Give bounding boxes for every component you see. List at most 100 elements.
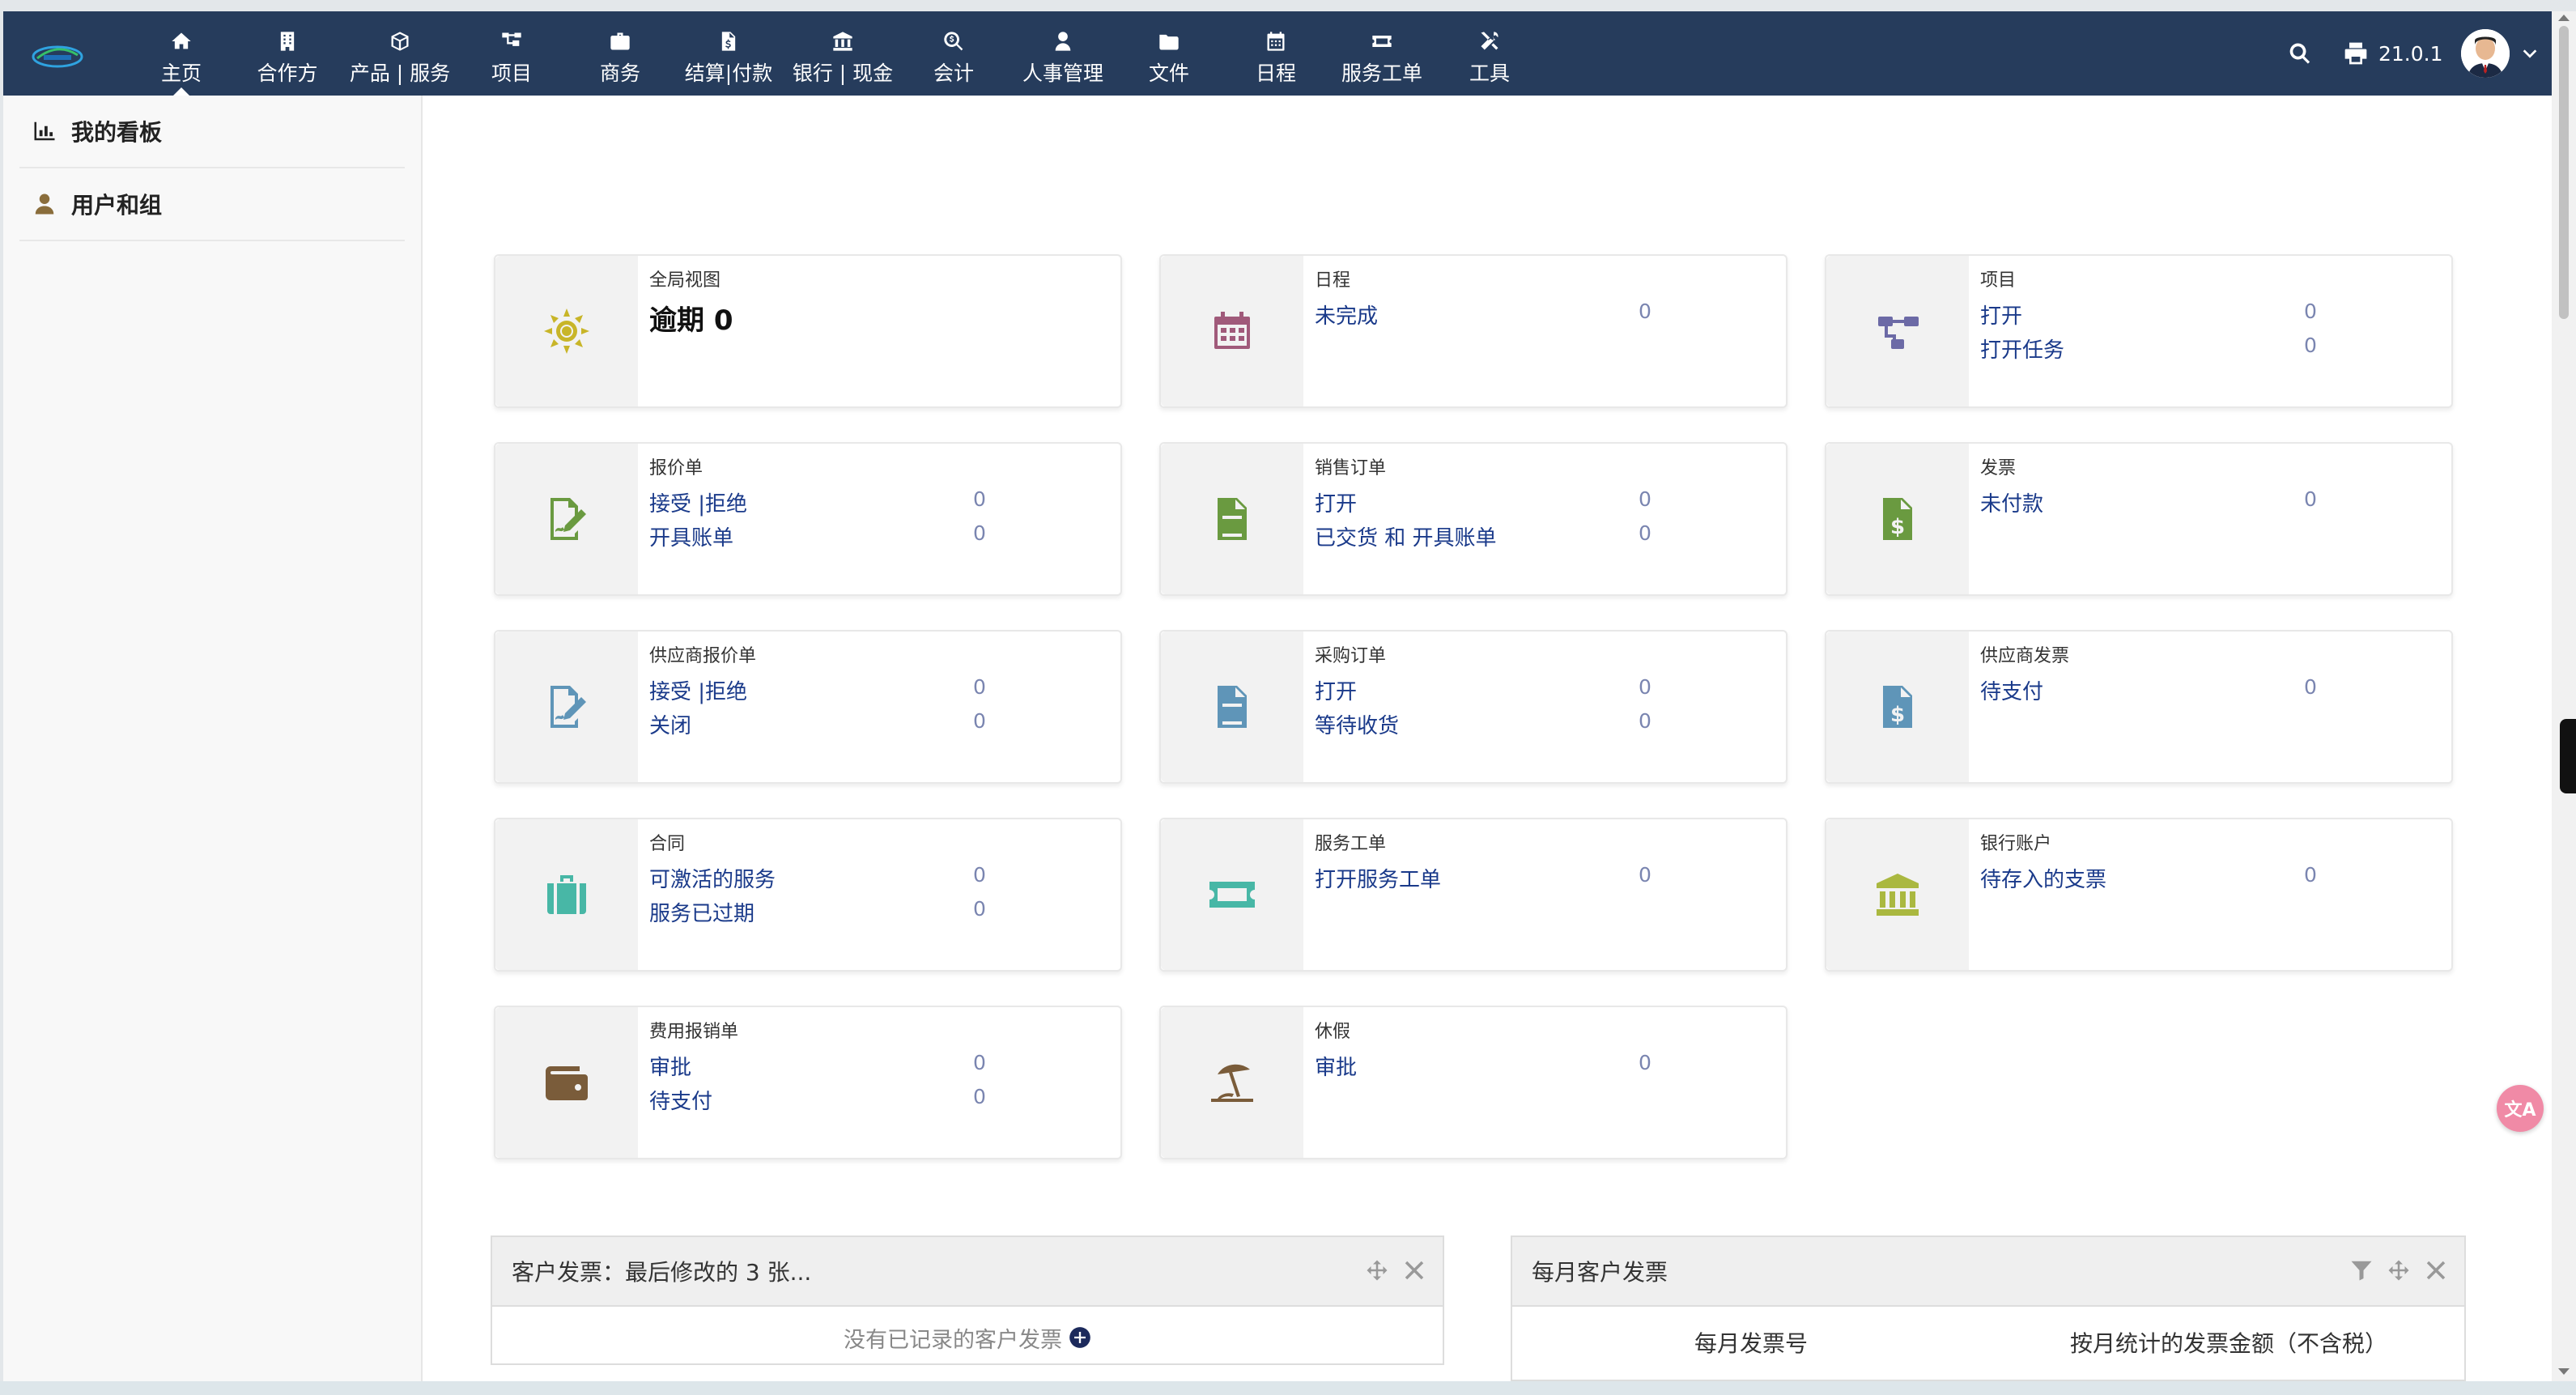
nav-agenda[interactable]: 日程 [1247,11,1305,96]
card-bank-accounts[interactable]: 银行账户 待存入的支票 0 [1825,818,2453,972]
card-link[interactable]: 待支付 [649,1085,712,1115]
move-icon[interactable] [1365,1258,1389,1282]
nav-home[interactable]: 主页 [152,11,210,96]
card-supplier-proposals[interactable]: 供应商报价单 接受 |拒绝 0 关闭 0 [494,630,1122,784]
nav-bank[interactable]: 银行 | 现金 [790,11,895,96]
card-count: 0 [2304,334,2317,357]
suitcase-icon [547,875,586,914]
card-link[interactable]: 接受 |拒绝 [649,675,747,705]
card-link[interactable]: 可激活的服务 [649,863,776,893]
nav-tickets[interactable]: 服务工单 [1337,11,1426,96]
folder-icon [1155,28,1183,55]
card-icon-box [495,256,638,406]
user-menu-toggle[interactable] [2521,11,2545,96]
nav-billing[interactable]: 结算|付款 [680,11,777,96]
card-icon-box [1161,1007,1303,1158]
card-link[interactable]: 审批 [649,1051,691,1081]
card-count: 0 [1639,863,1651,887]
card-title: 供应商发票 [1980,646,2070,666]
sidebar-item-users-groups[interactable]: 用户和组 [19,168,405,241]
file-invoice-icon [1218,686,1247,728]
card-proposals[interactable]: 报价单 接受 |拒绝 0 开具账单 0 [494,442,1122,596]
card-count: 0 [973,487,986,511]
nav-label: 商务 [599,62,640,85]
card-expense-reports[interactable]: 费用报销单 审批 0 待支付 0 [494,1006,1122,1159]
side-panel-handle[interactable] [2560,719,2576,793]
card-icon-box [495,632,638,782]
card-purchase-orders[interactable]: 采购订单 打开 0 等待收货 0 [1159,630,1787,784]
vertical-scrollbar[interactable] [2552,11,2576,1381]
translate-icon: 文A [2504,1100,2536,1121]
card-link[interactable]: 打开 [1980,300,2022,330]
nav-hr[interactable]: 人事管理 [1015,11,1111,96]
overdue-count[interactable]: 逾期 0 [649,298,733,338]
add-circle-icon[interactable] [1069,1326,1091,1349]
filter-icon[interactable] [2349,1258,2374,1282]
close-icon[interactable] [2424,1258,2448,1282]
card-link[interactable]: 待存入的支票 [1980,863,2106,893]
card-link[interactable]: 待支付 [1980,675,2043,705]
card-count: 0 [973,709,986,733]
nav-label: 会计 [933,62,974,85]
card-sales-orders[interactable]: 销售订单 打开 0 已交货 和 开具账单 0 [1159,442,1787,596]
home-icon [168,28,195,55]
card-link[interactable]: 审批 [1315,1051,1357,1081]
card-link[interactable]: 开具账单 [649,521,733,551]
card-supplier-invoices[interactable]: $ 供应商发票 待支付 0 [1825,630,2453,784]
chart-bar-icon [34,121,55,141]
translate-button[interactable]: 文A [2497,1085,2544,1132]
card-count: 0 [2304,863,2317,887]
company-logo[interactable] [31,39,84,71]
left-sidebar: 我的看板 用户和组 [3,96,423,1381]
card-link[interactable]: 关闭 [649,709,691,739]
card-count: 0 [973,521,986,545]
file-signature-icon [550,498,586,540]
move-icon[interactable] [2387,1258,2411,1282]
card-link[interactable]: 打开 [1315,487,1357,517]
nav-project[interactable]: 项目 [482,11,541,96]
card-icon-box: $ [1826,632,1969,782]
nav-partners[interactable]: 合作方 [251,11,324,96]
sidebar-item-dashboard[interactable]: 我的看板 [19,96,405,168]
card-link[interactable]: 服务已过期 [649,897,755,927]
close-icon[interactable] [1402,1258,1426,1282]
scrollbar-thumb[interactable] [2559,26,2569,319]
nav-documents[interactable]: 文件 [1140,11,1198,96]
widget-header[interactable]: 每月客户发票 [1512,1237,2464,1307]
search-button[interactable] [2288,11,2317,96]
file-invoice-icon [1218,498,1247,540]
card-link[interactable]: 未付款 [1980,487,2043,517]
ticket-icon [1368,28,1396,55]
scroll-down-arrow[interactable] [2558,1368,2570,1375]
column-header-invoice-amount: 按月统计的发票金额（不含税） [2069,1330,2387,1357]
nav-products[interactable]: 产品 | 服务 [346,11,453,96]
nav-label: 银行 | 现金 [792,62,894,85]
card-count: 0 [1639,487,1651,511]
card-overview[interactable]: 全局视图 逾期 0 [494,254,1122,408]
card-agenda[interactable]: 日程 未完成 0 [1159,254,1787,408]
card-project[interactable]: 项目 打开 0 打开任务 0 [1825,254,2453,408]
user-avatar-button[interactable] [2461,11,2513,96]
nav-commercial[interactable]: 商务 [591,11,649,96]
card-link[interactable]: 打开 [1315,675,1357,705]
card-link[interactable]: 未完成 [1315,300,1378,330]
card-icon-box [1826,819,1969,970]
card-link[interactable]: 打开服务工单 [1315,863,1441,893]
card-holidays[interactable]: 休假 审批 0 [1159,1006,1787,1159]
card-invoices[interactable]: $ 发票 未付款 0 [1825,442,2453,596]
scroll-up-arrow[interactable] [2558,15,2570,21]
widget-header[interactable]: 客户发票：最后修改的 3 张... [492,1237,1443,1307]
card-link[interactable]: 已交货 和 开具账单 [1315,521,1497,551]
card-link[interactable]: 接受 |拒绝 [649,487,747,517]
card-icon-box: $ [1826,444,1969,594]
card-tickets[interactable]: 服务工单 打开服务工单 0 [1159,818,1787,972]
card-title: 银行账户 [1980,834,2052,854]
search-icon [2289,43,2310,64]
nav-accounting[interactable]: 会计 [925,11,983,96]
print-button[interactable]: 21.0.1 [2343,11,2456,96]
card-contracts[interactable]: 合同 可激活的服务 0 服务已过期 0 [494,818,1122,972]
nav-tools[interactable]: 工具 [1460,11,1519,96]
card-link[interactable]: 打开任务 [1980,334,2064,364]
card-link[interactable]: 等待收货 [1315,709,1399,739]
invoice-icon [715,28,742,55]
